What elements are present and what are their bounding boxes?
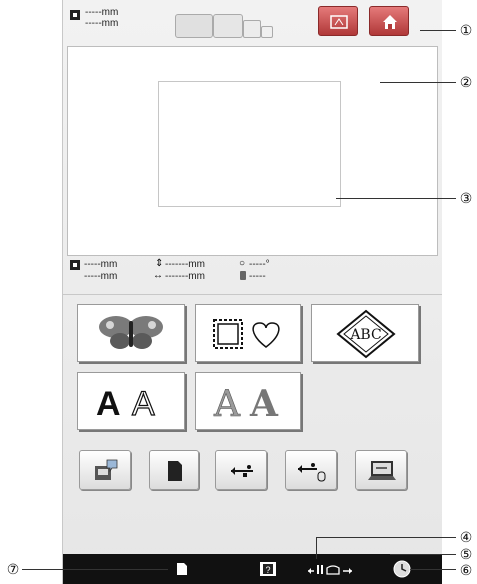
help-icon: ? xyxy=(260,562,276,576)
callout-line-4-drop xyxy=(316,537,317,559)
machine-memory-button[interactable] xyxy=(79,450,131,490)
embroidery-screen: -----mm -----mm -----mm -----mm ⇕ ------… xyxy=(62,0,442,584)
embroidery-frame-area xyxy=(158,81,341,207)
top-bar: -----mm -----mm xyxy=(63,0,442,42)
callout-line-1 xyxy=(420,30,456,31)
size-readout-2: -----mm xyxy=(85,18,119,29)
decorative-font-icon: A A xyxy=(213,383,279,421)
vertical-arrows-icon: ⇕ xyxy=(155,258,164,269)
svg-text:?: ? xyxy=(265,565,270,575)
rotation-icon: ○ xyxy=(239,258,246,269)
callout-7: ⑦ xyxy=(6,561,20,577)
thread-readout: ----- xyxy=(249,271,266,282)
callout-line-4 xyxy=(316,537,456,538)
callout-3: ③ xyxy=(459,190,473,206)
hoop-size-icon xyxy=(175,14,291,38)
home-button[interactable] xyxy=(369,6,409,36)
size-readout-1: -----mm xyxy=(85,7,119,18)
callout-4: ④ xyxy=(459,529,473,545)
divider xyxy=(63,294,442,295)
frame-shapes-icon xyxy=(213,319,280,349)
callout-6: ⑥ xyxy=(459,562,473,578)
callout-1: ① xyxy=(459,22,473,38)
alphabet-fonts-button[interactable]: A A xyxy=(77,372,185,430)
sd-card-button[interactable] xyxy=(149,450,199,490)
usb-media-button[interactable] xyxy=(215,450,267,490)
callout-2: ② xyxy=(459,74,473,90)
machine-memory-icon xyxy=(95,459,118,480)
decorative-alphabet-button[interactable]: A A xyxy=(195,372,301,430)
page-icon xyxy=(177,563,187,575)
clock-icon xyxy=(393,560,411,578)
computer-usb-button[interactable] xyxy=(355,450,407,490)
size-icon xyxy=(70,10,80,20)
butterfly-icon xyxy=(99,316,163,349)
svg-text:A: A xyxy=(249,383,279,421)
callout-line-2 xyxy=(380,82,456,83)
usb-icon xyxy=(231,465,253,477)
design-area[interactable] xyxy=(67,46,438,256)
vertical-offset: -------mm xyxy=(165,259,205,270)
callout-line-6 xyxy=(410,569,456,570)
callout-line-5 xyxy=(390,554,456,555)
computer-icon xyxy=(368,461,396,480)
thread-icon xyxy=(240,271,246,280)
info-size-2: -----mm xyxy=(84,271,118,282)
horizontal-offset: -------mm xyxy=(165,271,205,282)
info-size-1: -----mm xyxy=(84,259,118,270)
svg-text:A: A xyxy=(96,385,121,421)
horizontal-arrows-icon: ↔ xyxy=(153,270,163,281)
embroidery-button[interactable] xyxy=(318,6,358,36)
usb-mouse-icon xyxy=(298,463,326,482)
needle-position-icon xyxy=(308,565,352,575)
needle-position-button[interactable] xyxy=(305,558,355,580)
alphabet-font-icon: A A xyxy=(96,384,156,421)
frame-patterns-button[interactable] xyxy=(195,304,301,362)
size-icon xyxy=(70,260,80,270)
callout-line-7 xyxy=(22,569,168,570)
home-icon xyxy=(383,15,397,29)
sd-card-icon xyxy=(168,461,182,481)
pattern-info: -----mm -----mm ⇕ -------mm ↔ -------mm … xyxy=(67,258,438,288)
page-button[interactable] xyxy=(171,558,193,580)
callout-line-3 xyxy=(336,198,456,199)
svg-text:A: A xyxy=(132,385,155,421)
help-button[interactable]: ? xyxy=(255,558,281,580)
svg-text:A: A xyxy=(213,384,241,421)
usb-mouse-button[interactable] xyxy=(285,450,337,490)
monogram-diamond-icon: ABC xyxy=(336,309,396,359)
callout-5: ⑤ xyxy=(459,546,473,562)
monogram-button[interactable]: ABC xyxy=(311,304,419,362)
svg-text:ABC: ABC xyxy=(349,327,381,343)
embroidery-patterns-button[interactable] xyxy=(77,304,185,362)
embroidery-icon xyxy=(330,15,348,29)
angle-readout: -----° xyxy=(249,259,270,270)
